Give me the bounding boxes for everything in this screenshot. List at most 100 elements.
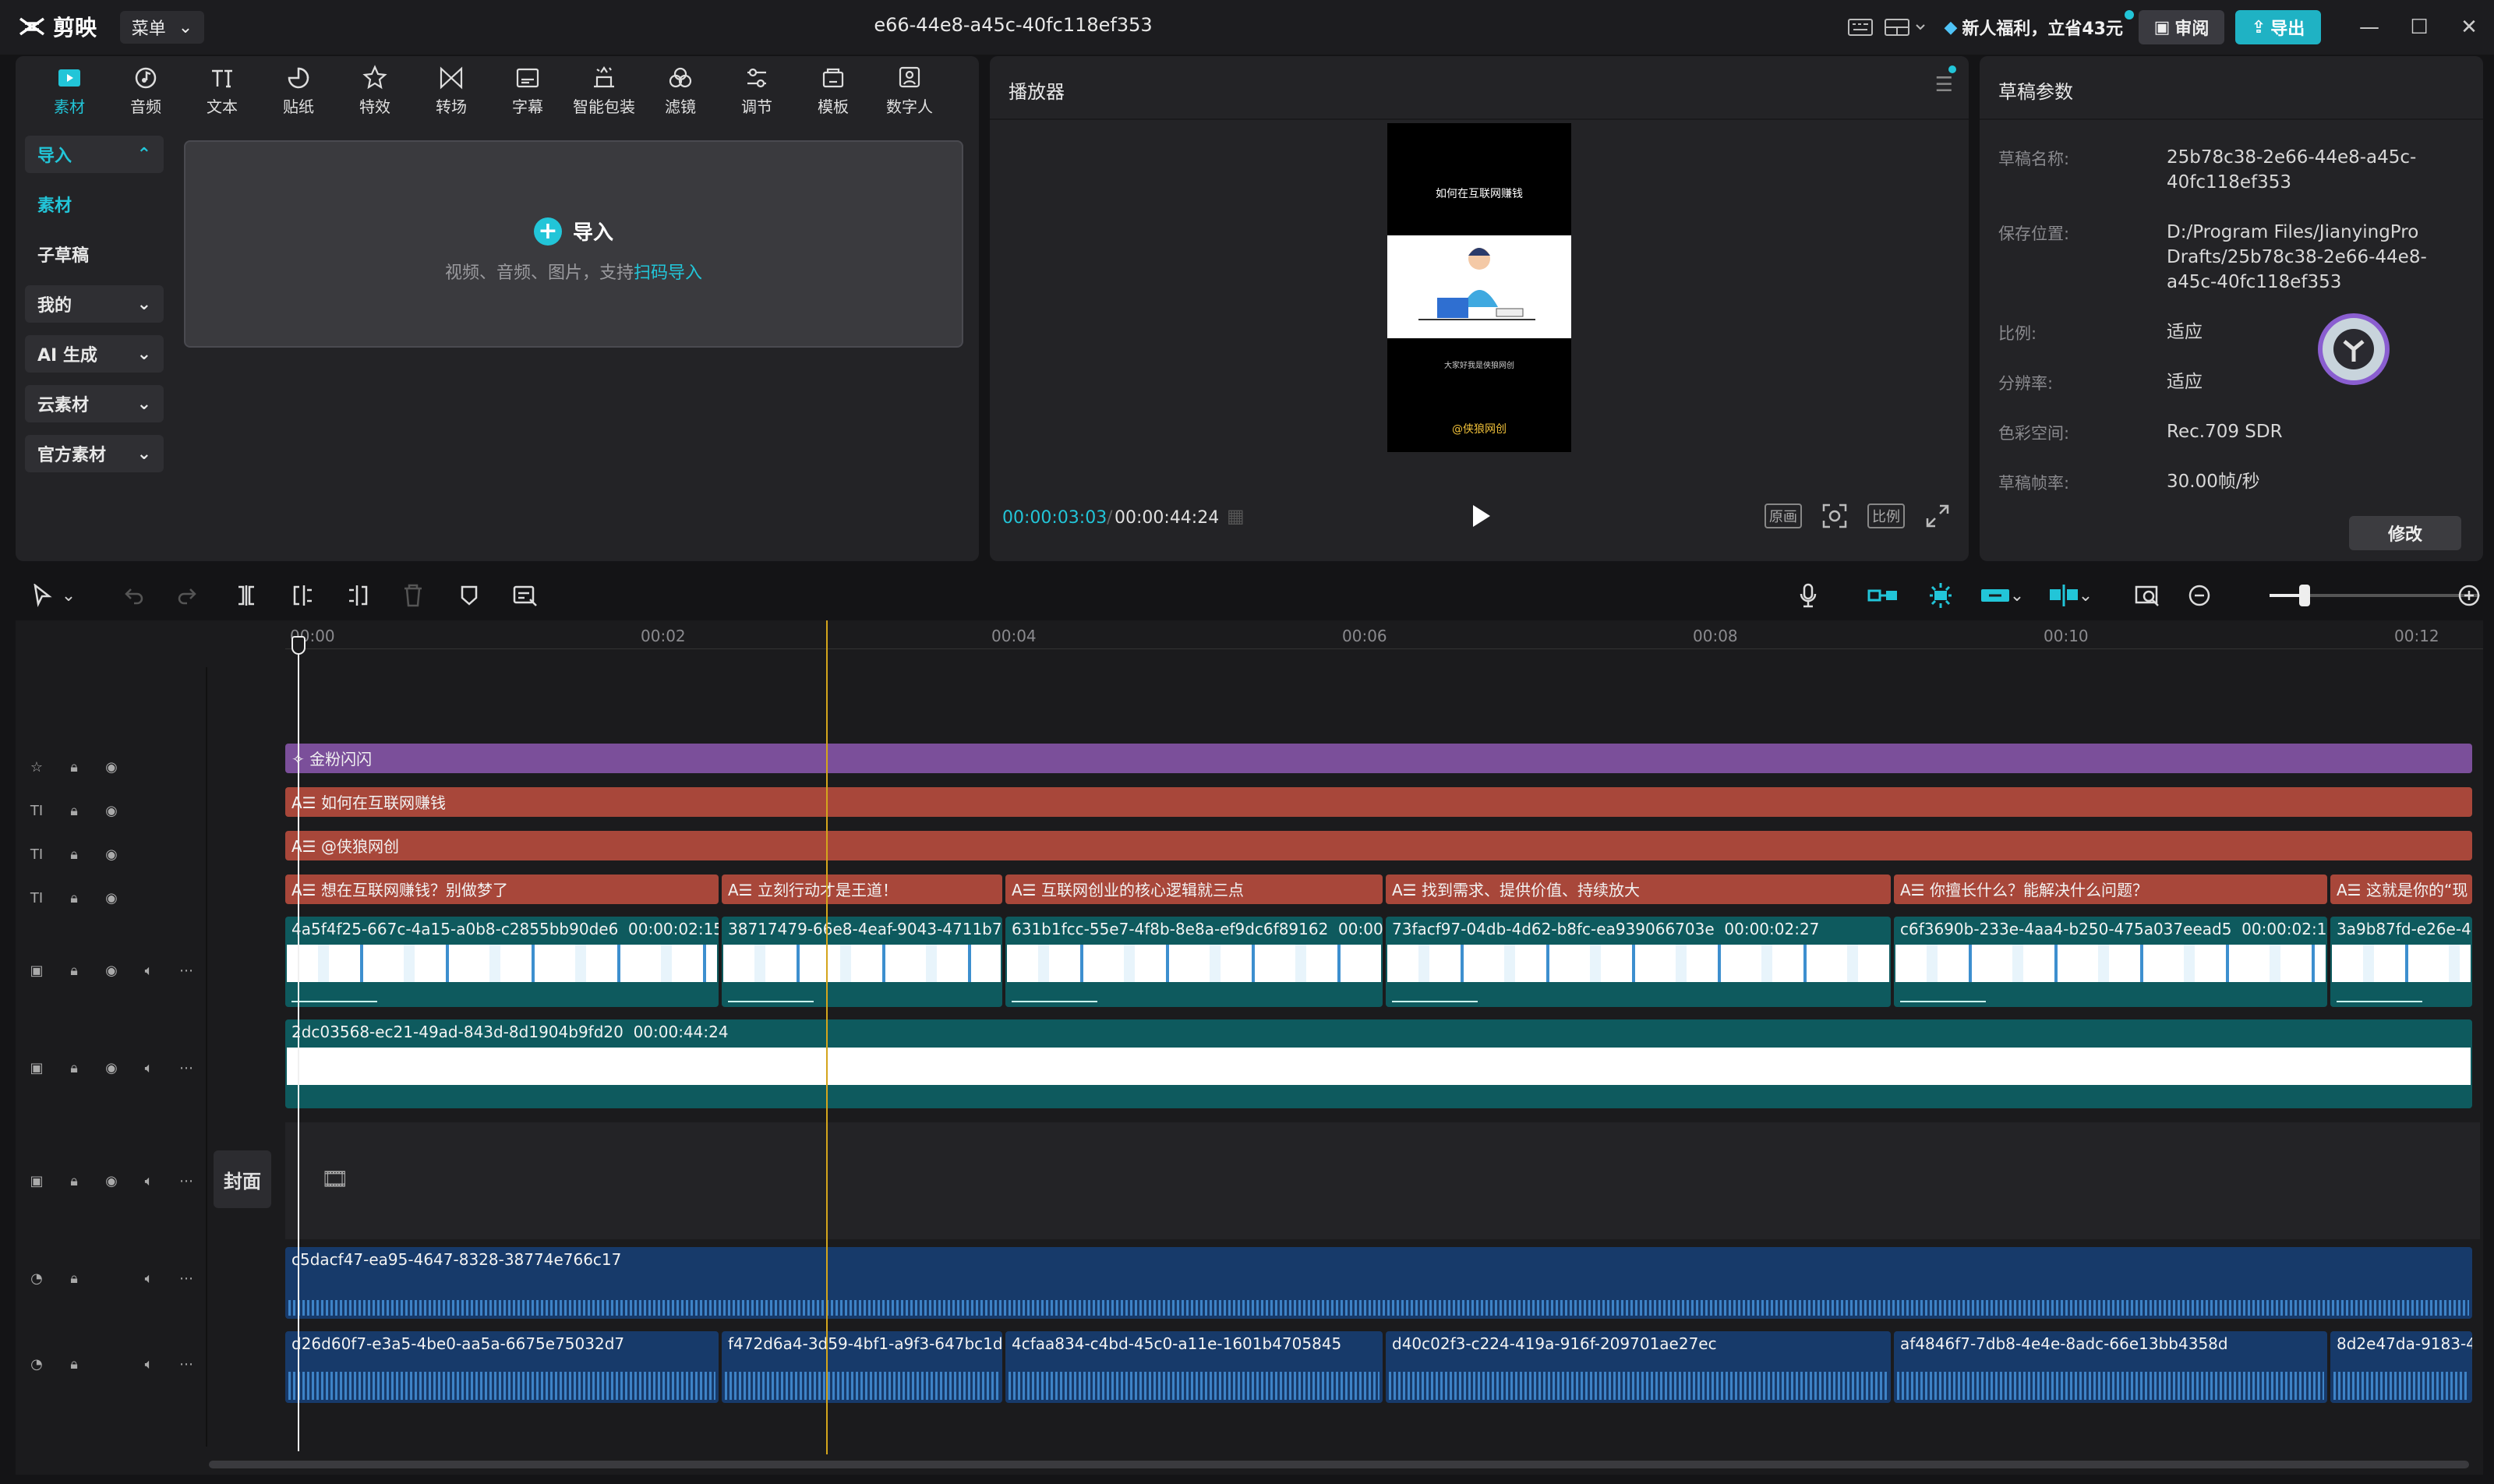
video-clip[interactable]: 73facf97-04db-4d62-b8fc-ea939066703e 00:…: [1386, 917, 1891, 1007]
time-ruler[interactable]: 00:00 00:02 00:04 00:06 00:08 00:10 00:1…: [285, 620, 2483, 652]
tab-text[interactable]: 文本: [184, 59, 260, 122]
horizontal-scrollbar[interactable]: [209, 1461, 2469, 1468]
lock-icon[interactable]: 🔒︎: [64, 1356, 84, 1373]
sidebar-item-import[interactable]: 导入 ⌃: [25, 136, 164, 173]
export-button[interactable]: ⇪ 导出: [2235, 10, 2321, 44]
undo-icon[interactable]: [118, 580, 150, 611]
play-icon[interactable]: [1467, 500, 1495, 532]
redo-icon[interactable]: [171, 580, 203, 611]
ratio-button[interactable]: 比例: [1867, 504, 1905, 528]
subtitle-clip[interactable]: A☰ 想在互联网赚钱？别做梦了: [285, 874, 719, 904]
eye-icon[interactable]: ◉: [101, 1060, 122, 1076]
sidebar-item-mine[interactable]: 我的 ⌄: [25, 285, 164, 323]
speaker-icon[interactable]: 🔈︎: [139, 1356, 159, 1373]
more-icon[interactable]: ⋯: [176, 963, 196, 979]
sidebar-item-ai-generate[interactable]: AI 生成 ⌄: [25, 335, 164, 373]
menu-button[interactable]: 菜单 ⌄: [120, 11, 204, 44]
more-icon[interactable]: ⋯: [176, 1060, 196, 1076]
eye-icon[interactable]: ◉: [101, 1173, 122, 1189]
timeline[interactable]: 00:00 00:02 00:04 00:06 00:08 00:10 00:1…: [16, 620, 2483, 1475]
tab-media[interactable]: 素材: [31, 59, 108, 122]
lock-icon[interactable]: 🔒︎: [64, 1270, 84, 1287]
scan-import-link[interactable]: 扫码导入: [634, 263, 702, 283]
video-clip[interactable]: 631b1fcc-55e7-4f8b-8e8a-ef9dc6f89162 00:…: [1005, 917, 1383, 1007]
tab-sticker[interactable]: 贴纸: [260, 59, 337, 122]
lock-icon[interactable]: 🔒︎: [64, 890, 84, 906]
eye-icon[interactable]: ◉: [101, 846, 122, 863]
zoom-fit-icon[interactable]: [2132, 580, 2164, 611]
tab-digital-human[interactable]: 数字人: [871, 59, 948, 122]
fullscreen-icon[interactable]: [1922, 500, 1953, 532]
review-button[interactable]: ▣ 审阅: [2139, 10, 2224, 44]
minimize-icon[interactable]: —: [2344, 0, 2394, 55]
eye-icon[interactable]: ◉: [101, 803, 122, 819]
speaker-icon[interactable]: 🔈︎: [139, 1173, 159, 1189]
cover-button[interactable]: 封面: [214, 1150, 271, 1208]
text-clip[interactable]: A☰ @侠狼网创: [285, 831, 2472, 860]
mark-icon[interactable]: [454, 580, 485, 611]
eye-icon[interactable]: ◉: [101, 759, 122, 776]
chevron-down-icon[interactable]: ⌄: [59, 580, 78, 611]
speaker-icon[interactable]: 🔈︎: [139, 1270, 159, 1287]
zoom-slider-handle[interactable]: [2299, 585, 2310, 606]
split-left-icon[interactable]: [287, 580, 318, 611]
hamburger-menu-icon[interactable]: ☰: [1935, 73, 1953, 97]
assistant-avatar[interactable]: [2318, 313, 2390, 385]
video-preview[interactable]: 如何在互联网赚钱 大家好我是侠狼网创 @侠狼网创: [1387, 123, 1571, 452]
tab-adjust[interactable]: 调节: [719, 59, 795, 122]
keyboard-shortcut-icon[interactable]: [1842, 12, 1878, 43]
promo-badge[interactable]: ◆ 新人福利，立省43元: [1944, 10, 2134, 40]
eye-icon[interactable]: ◉: [101, 963, 122, 979]
select-cursor-icon[interactable]: [26, 580, 58, 611]
chevron-down-icon[interactable]: ⌄: [2008, 580, 2026, 611]
split-icon[interactable]: [231, 580, 262, 611]
linkage-icon[interactable]: [1980, 580, 2011, 611]
modify-button[interactable]: 修改: [2349, 516, 2461, 550]
maximize-icon[interactable]: ☐: [2394, 0, 2444, 55]
audio-clip[interactable]: 8d2e47da-9183-4: [2330, 1331, 2472, 1403]
audio-clip[interactable]: 4cfaa834-c4bd-45c0-a11e-1601b4705845: [1005, 1331, 1383, 1403]
tab-filter[interactable]: 滤镜: [642, 59, 719, 122]
lock-icon[interactable]: 🔒︎: [64, 963, 84, 979]
microphone-icon[interactable]: [1793, 580, 1824, 611]
more-icon[interactable]: ⋯: [176, 1356, 196, 1373]
subtitle-clip[interactable]: A☰ 互联网创业的核心逻辑就三点: [1005, 874, 1383, 904]
tab-template[interactable]: 模板: [795, 59, 871, 122]
sidebar-item-official[interactable]: 官方素材 ⌄: [25, 435, 164, 472]
audio-clip[interactable]: c5dacf47-ea95-4647-8328-38774e766c17: [285, 1247, 2472, 1319]
original-quality-button[interactable]: 原画: [1765, 504, 1802, 528]
lock-icon[interactable]: 🔒︎: [64, 1060, 84, 1076]
tab-transition[interactable]: 转场: [413, 59, 489, 122]
tab-audio[interactable]: 音频: [108, 59, 184, 122]
tab-subtitle[interactable]: 字幕: [489, 59, 566, 122]
text-clip[interactable]: A☰ 如何在互联网赚钱: [285, 787, 2472, 817]
subtitle-clip[interactable]: A☰ 找到需求、提供价值、持续放大: [1386, 874, 1891, 904]
speaker-icon[interactable]: 🔈︎: [139, 963, 159, 979]
lock-icon[interactable]: 🔒︎: [64, 803, 84, 819]
preview-axis-icon[interactable]: [2048, 580, 2079, 611]
chevron-down-icon[interactable]: ⌄: [2076, 580, 2095, 611]
layout-icon[interactable]: [1878, 12, 1933, 43]
timecode-icon[interactable]: ▦: [1227, 505, 1245, 527]
lock-icon[interactable]: 🔒︎: [64, 759, 84, 776]
main-track-magnet-icon[interactable]: [1867, 580, 1899, 611]
zoom-out-icon[interactable]: [2184, 580, 2215, 611]
video-clip[interactable]: 3a9b87fd-e26e-4: [2330, 917, 2472, 1007]
more-icon[interactable]: ⋯: [176, 1173, 196, 1189]
close-icon[interactable]: ✕: [2444, 0, 2494, 55]
sidebar-item-media[interactable]: 素材: [25, 186, 164, 223]
audio-clip[interactable]: d40c02f3-c224-419a-916f-209701ae27ec: [1386, 1331, 1891, 1403]
video-clip[interactable]: c6f3690b-233e-4aa4-b250-475a037eead5 00:…: [1894, 917, 2327, 1007]
subtitle-clip[interactable]: A☰ 立刻行动才是王道！: [722, 874, 1002, 904]
speaker-icon[interactable]: 🔈︎: [139, 1060, 159, 1076]
more-icon[interactable]: ⋯: [176, 1270, 196, 1287]
audio-clip[interactable]: d26d60f7-e3a5-4be0-aa5a-6675e75032d7: [285, 1331, 719, 1403]
split-right-icon[interactable]: [343, 580, 374, 611]
auto-snap-icon[interactable]: [1925, 580, 1956, 611]
audio-clip[interactable]: af4846f7-7db8-4e4e-8adc-66e13bb4358d: [1894, 1331, 2327, 1403]
zoom-in-icon[interactable]: [2453, 580, 2485, 611]
tab-effect[interactable]: 特效: [337, 59, 413, 122]
audio-clip[interactable]: f472d6a4-3d59-4bf1-a9f3-647bc1dbf: [722, 1331, 1002, 1403]
eye-icon[interactable]: ◉: [101, 890, 122, 906]
subtitle-clip[interactable]: A☰ 你擅长什么？能解决什么问题？: [1894, 874, 2327, 904]
